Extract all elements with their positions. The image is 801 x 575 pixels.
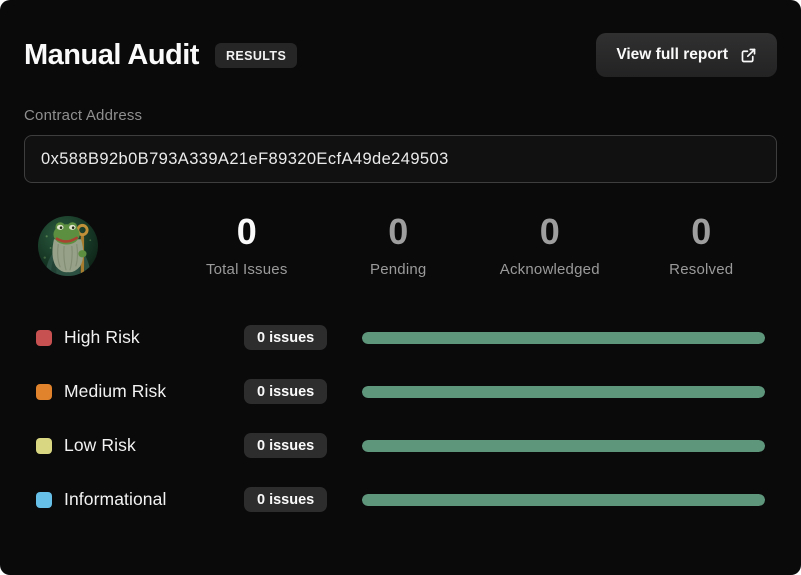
- stat-resolved-label: Resolved: [669, 260, 734, 278]
- stat-total-issues: 0 Total Issues: [171, 212, 323, 278]
- low-risk-count-badge: 0 issues: [244, 433, 328, 459]
- manual-audit-panel: Manual Audit RESULTS View full report Co…: [0, 0, 801, 575]
- high-risk-progress-bar: [362, 331, 765, 344]
- view-full-report-label: View full report: [616, 46, 728, 63]
- view-full-report-button[interactable]: View full report: [596, 33, 777, 77]
- token-avatar: [37, 215, 99, 277]
- stat-resolved-value: 0: [691, 211, 712, 252]
- results-badge: RESULTS: [214, 42, 298, 68]
- contract-address-label: Contract Address: [24, 107, 143, 124]
- high-risk-progress-track: [362, 331, 765, 344]
- frog-wizard-logo-icon: [37, 215, 99, 277]
- external-link-icon: [740, 47, 757, 64]
- stats-row: 0 Total Issues 0 Pending 0 Acknowledged …: [24, 212, 777, 278]
- informational-progress-bar: [362, 493, 765, 506]
- medium-risk-progress-bar: [362, 385, 765, 398]
- stat-acknowledged-value: 0: [539, 211, 560, 252]
- page-title: Manual Audit: [24, 38, 199, 71]
- medium-risk-count-badge: 0 issues: [244, 379, 328, 405]
- stat-pending: 0 Pending: [323, 212, 475, 278]
- risk-row-high: High Risk 0 issues: [24, 311, 777, 365]
- informational-progress-track: [362, 493, 765, 506]
- stat-resolved: 0 Resolved: [626, 212, 778, 278]
- high-risk-swatch-icon: [36, 329, 52, 346]
- low-risk-progress-track: [362, 439, 765, 452]
- header: Manual Audit RESULTS View full report: [24, 0, 777, 77]
- stat-pending-value: 0: [388, 211, 409, 252]
- medium-risk-swatch-icon: [36, 383, 52, 400]
- medium-risk-label: Medium Risk: [64, 381, 167, 402]
- informational-count-badge: 0 issues: [244, 487, 328, 513]
- medium-risk-progress-track: [362, 385, 765, 398]
- risk-row-medium: Medium Risk 0 issues: [24, 365, 777, 419]
- informational-label: Informational: [64, 489, 167, 510]
- informational-swatch-icon: [36, 491, 52, 508]
- stat-total-issues-value: 0: [236, 211, 257, 252]
- risk-list: High Risk 0 issues Medium Risk 0 issues …: [24, 311, 777, 527]
- stat-columns: 0 Total Issues 0 Pending 0 Acknowledged …: [171, 212, 777, 278]
- low-risk-label: Low Risk: [64, 435, 136, 456]
- high-risk-label: High Risk: [64, 327, 140, 348]
- contract-address-input[interactable]: [24, 135, 777, 183]
- low-risk-progress-bar: [362, 439, 765, 452]
- stat-total-issues-label: Total Issues: [205, 260, 288, 278]
- stat-acknowledged-label: Acknowledged: [499, 260, 600, 278]
- stat-acknowledged: 0 Acknowledged: [474, 212, 626, 278]
- stat-pending-label: Pending: [370, 260, 427, 278]
- risk-row-low: Low Risk 0 issues: [24, 419, 777, 473]
- high-risk-count-badge: 0 issues: [244, 325, 328, 351]
- low-risk-swatch-icon: [36, 437, 52, 454]
- risk-row-informational: Informational 0 issues: [24, 473, 777, 527]
